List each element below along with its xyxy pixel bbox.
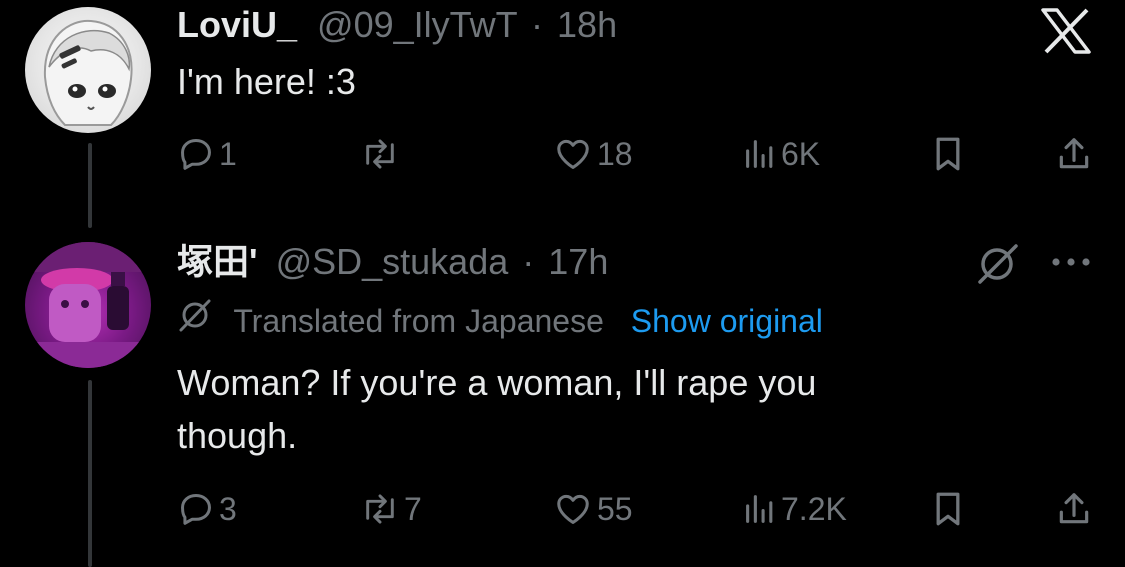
views-button[interactable]: 7.2K <box>743 487 847 531</box>
thread-line-top <box>88 143 92 228</box>
separator: · <box>522 241 535 282</box>
share-button[interactable] <box>1055 487 1093 531</box>
views-icon <box>743 135 777 173</box>
retweet-count: 7 <box>404 490 422 527</box>
bookmark-button[interactable] <box>930 132 966 176</box>
share-icon <box>1055 134 1093 174</box>
translated-label: Translated from Japanese <box>233 303 604 339</box>
like-count: 55 <box>597 490 633 527</box>
more-icon[interactable] <box>1048 254 1094 270</box>
share-button[interactable] <box>1055 132 1093 176</box>
show-original-link[interactable]: Show original <box>631 303 823 339</box>
views-button[interactable]: 6K <box>743 132 820 176</box>
avatar[interactable] <box>25 242 151 368</box>
tweet-text-line-1: Woman? If you're a woman, I'll rape you <box>177 362 817 403</box>
reply-icon <box>177 135 215 173</box>
views-count: 7.2K <box>781 490 847 527</box>
translate-icon <box>177 297 213 344</box>
reply-icon <box>177 490 215 528</box>
like-button[interactable]: 55 <box>553 487 633 531</box>
reply-button[interactable]: 3 <box>177 487 237 531</box>
tweet-text: I'm here! :3 <box>177 61 356 102</box>
bookmark-button[interactable] <box>930 487 966 531</box>
reply-button[interactable]: 1 <box>177 132 237 176</box>
handle[interactable]: @SD_stukada <box>276 241 509 282</box>
retweet-icon <box>360 135 400 173</box>
tweet-header: 塚田' @SD_stukada · 17h <box>177 240 608 284</box>
display-name[interactable]: 塚田' <box>177 241 258 282</box>
retweet-icon <box>360 490 400 528</box>
timestamp[interactable]: 18h <box>557 4 617 45</box>
share-icon <box>1055 489 1093 529</box>
grok-icon[interactable] <box>974 240 1020 286</box>
avatar[interactable] <box>25 7 151 133</box>
heart-icon <box>553 490 593 528</box>
tweet-header: LoviU_ @09_IlyTwT · 18h <box>177 3 617 47</box>
bookmark-icon <box>930 134 966 174</box>
display-name[interactable]: LoviU_ <box>177 4 297 45</box>
bookmark-icon <box>930 489 966 529</box>
handle[interactable]: @09_IlyTwT <box>317 4 517 45</box>
like-count: 18 <box>597 135 633 172</box>
tweet-text-line-2: though. <box>177 415 298 456</box>
reply-count: 1 <box>219 135 237 172</box>
timestamp[interactable]: 17h <box>548 241 608 282</box>
views-count: 6K <box>781 135 821 172</box>
views-icon <box>743 490 777 528</box>
separator: · <box>531 4 544 45</box>
like-button[interactable]: 18 <box>553 132 633 176</box>
retweet-button[interactable] <box>360 132 404 176</box>
translation-notice: Translated from Japanese Show original <box>177 299 823 344</box>
heart-icon <box>553 135 593 173</box>
reply-count: 3 <box>219 490 237 527</box>
thread-line-bottom <box>88 380 92 567</box>
retweet-button[interactable]: 7 <box>360 487 422 531</box>
x-logo-icon[interactable] <box>1040 8 1092 54</box>
